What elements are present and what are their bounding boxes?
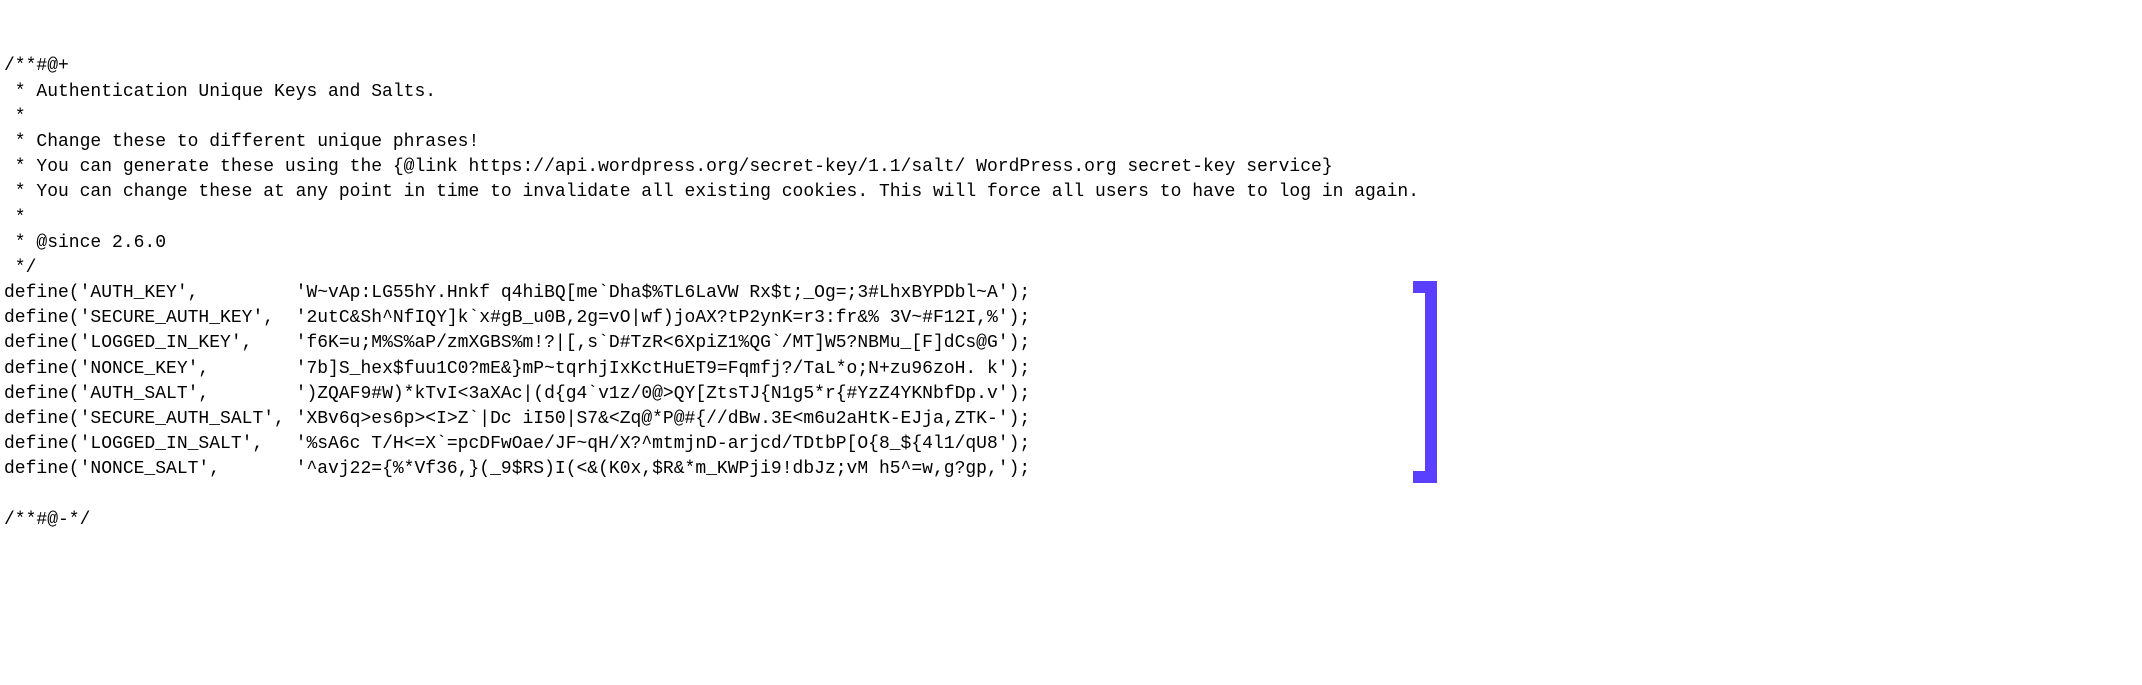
define-key: define('NONCE_KEY', <box>4 359 296 379</box>
define-value: 'W~vAp:LG55hY.Hnkf q4hiBQ[me`Dha$%TL6LaV… <box>296 283 1031 303</box>
comment-line: /**#@+ <box>4 54 1419 79</box>
define-key: define('LOGGED_IN_SALT', <box>4 434 296 454</box>
define-key: define('AUTH_SALT', <box>4 384 296 404</box>
define-key: define('SECURE_AUTH_KEY', <box>4 308 296 328</box>
blank-line <box>4 483 1419 508</box>
define-value: '%sA6c T/H<=X`=pcDFwOae/JF~qH/X?^mtmjnD-… <box>296 434 1031 454</box>
define-key: define('AUTH_KEY', <box>4 283 296 303</box>
code-snippet: /**#@+ * Authentication Unique Keys and … <box>4 54 1419 533</box>
comment-footer: /**#@-*/ <box>4 508 1419 533</box>
define-line: define('LOGGED_IN_KEY', 'f6K=u;M%S%aP/zm… <box>4 331 1419 356</box>
comment-line: * @since 2.6.0 <box>4 231 1419 256</box>
define-value: 'f6K=u;M%S%aP/zmXGBS%m!?|[,s`D#TzR<6XpiZ… <box>296 333 1031 353</box>
define-line: define('NONCE_KEY', '7b]S_hex$fuu1C0?mE&… <box>4 357 1419 382</box>
comment-line: * Change these to different unique phras… <box>4 130 1419 155</box>
comment-line: * Authentication Unique Keys and Salts. <box>4 80 1419 105</box>
define-line: define('AUTH_SALT', ')ZQAF9#W)*kTvI<3aXA… <box>4 382 1419 407</box>
define-line: define('SECURE_AUTH_KEY', '2utC&Sh^NfIQY… <box>4 306 1419 331</box>
comment-line: */ <box>4 256 1419 281</box>
define-key: define('LOGGED_IN_KEY', <box>4 333 296 353</box>
define-line: define('NONCE_SALT', '^avj22={%*Vf36,}(_… <box>4 457 1419 482</box>
define-value: ')ZQAF9#W)*kTvI<3aXAc|(d{g4`v1z/0@>QY[Zt… <box>296 384 1031 404</box>
comment-line: * You can change these at any point in t… <box>4 180 1419 205</box>
define-value: '^avj22={%*Vf36,}(_9$RS)I(<&(K0x,$R&*m_K… <box>296 459 1031 479</box>
comment-line: * <box>4 105 1419 130</box>
bracket-highlight-bottom-icon <box>1413 471 1437 483</box>
bracket-highlight-top-icon <box>1413 281 1437 293</box>
bracket-highlight-icon <box>1425 281 1437 483</box>
define-line: define('AUTH_KEY', 'W~vAp:LG55hY.Hnkf q4… <box>4 281 1419 306</box>
define-value: 'XBv6q>es6p><I>Z`|Dc iI50|S7&<Zq@*P@#{//… <box>296 409 1031 429</box>
comment-line: * <box>4 206 1419 231</box>
define-key: define('SECURE_AUTH_SALT', <box>4 409 296 429</box>
comment-line: * You can generate these using the {@lin… <box>4 155 1419 180</box>
define-line: define('SECURE_AUTH_SALT', 'XBv6q>es6p><… <box>4 407 1419 432</box>
define-line: define('LOGGED_IN_SALT', '%sA6c T/H<=X`=… <box>4 432 1419 457</box>
define-key: define('NONCE_SALT', <box>4 459 296 479</box>
define-value: '7b]S_hex$fuu1C0?mE&}mP~tqrhjIxKctHuET9=… <box>296 359 1031 379</box>
define-value: '2utC&Sh^NfIQY]k`x#gB_u0B,2g=vO|wf)joAX?… <box>296 308 1031 328</box>
